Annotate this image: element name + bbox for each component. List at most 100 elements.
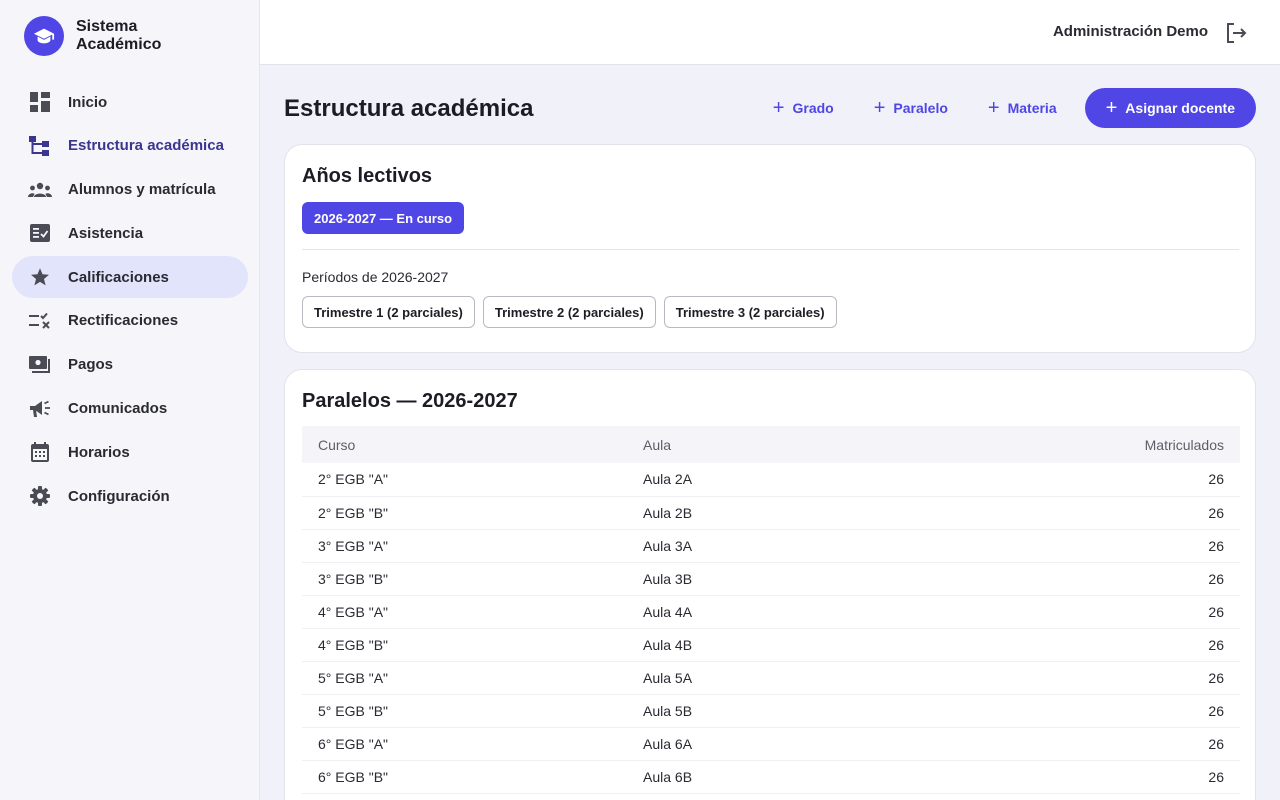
cell-aula: Aula 5A: [627, 661, 886, 695]
current-year-chip[interactable]: 2026-2027 — En curso: [302, 202, 465, 234]
graduation-cap-icon: [24, 16, 64, 56]
cell-matriculados: 26: [885, 694, 1240, 728]
table-row[interactable]: 2° EGB "B" Aula 2B 26: [302, 496, 1240, 530]
period-chips: Trimestre 1 (2 parciales) Trimestre 2 (2…: [302, 296, 845, 328]
nav-label: Alumnos y matrícula: [68, 181, 216, 199]
divider: [302, 249, 1239, 250]
page-title: Estructura académica: [284, 95, 534, 122]
plus-icon: +: [1105, 97, 1118, 119]
nav-label: Estructura académica: [68, 137, 224, 155]
nav-item-rectificaciones[interactable]: Rectificaciones: [12, 300, 248, 342]
paralelos-card: Paralelos — 2026-2027 Curso Aula Matricu…: [284, 369, 1256, 800]
megaphone-icon: [28, 397, 52, 421]
app-name-line1: Sistema: [76, 18, 138, 35]
button-label: Paralelo: [893, 100, 948, 116]
top-bar: Administración Demo: [260, 0, 1280, 65]
column-header-matriculados[interactable]: Matriculados: [885, 426, 1240, 463]
cell-curso: 5° EGB "A": [302, 661, 627, 695]
table-row[interactable]: 6° EGB "B" Aula 6B 26: [302, 760, 1240, 794]
table-row[interactable]: 2° EGB "A" Aula 2A 26: [302, 463, 1240, 497]
cell-aula: Aula 3B: [627, 562, 886, 596]
cell-aula: Aula 2A: [627, 463, 886, 497]
nav-label: Calificaciones: [68, 268, 169, 286]
nav-item-comunicados[interactable]: Comunicados: [12, 388, 248, 430]
nav-label: Horarios: [68, 443, 130, 461]
cell-matriculados: 26: [885, 463, 1240, 497]
hierarchy-icon: [28, 134, 52, 158]
app-name: Sistema Académico: [76, 18, 161, 54]
table-row[interactable]: 5° EGB "B" Aula 5B 26: [302, 694, 1240, 728]
nav-item-horarios[interactable]: Horarios: [12, 431, 248, 473]
nav-label: Inicio: [68, 93, 108, 111]
cell-matriculados: 26: [885, 562, 1240, 596]
cell-matriculados: 26: [885, 760, 1240, 794]
payments-icon: [28, 353, 52, 377]
cell-matriculados: 26: [885, 661, 1240, 695]
card-title: Paralelos — 2026-2027: [302, 390, 518, 412]
table-row[interactable]: 3° EGB "A" Aula 3A 26: [302, 529, 1240, 563]
button-label: Materia: [1007, 100, 1057, 116]
nav-item-pagos[interactable]: Pagos: [12, 344, 248, 386]
add-materia-button[interactable]: + Materia: [976, 88, 1069, 128]
assign-teacher-button[interactable]: + Asignar docente: [1084, 88, 1256, 128]
nav-item-inicio[interactable]: Inicio: [12, 81, 248, 123]
nav-label: Rectificaciones: [68, 312, 179, 330]
brand[interactable]: Sistema Académico: [24, 16, 161, 56]
card-title: Años lectivos: [302, 165, 433, 187]
period-chip[interactable]: Trimestre 1 (2 parciales): [302, 296, 475, 328]
nav-item-calificaciones[interactable]: Calificaciones: [12, 256, 248, 299]
cell-curso: 4° EGB "B": [302, 628, 627, 662]
nav-item-estructura[interactable]: Estructura académica: [12, 125, 248, 167]
cell-matriculados: 26: [885, 727, 1240, 761]
school-years-card: Años lectivos 2026-2027 — En curso Perío…: [284, 144, 1256, 353]
cell-aula: Aula 6B: [627, 760, 886, 794]
cell-aula: Aula 5B: [627, 694, 886, 728]
add-paralelo-button[interactable]: + Paralelo: [862, 88, 960, 128]
cell-aula: Aula 4B: [627, 628, 886, 662]
plus-icon: +: [987, 97, 1000, 119]
people-icon: [28, 178, 52, 202]
nav-item-asistencia[interactable]: Asistencia: [12, 212, 248, 254]
nav-label: Asistencia: [68, 224, 144, 242]
cell-aula: Aula 4A: [627, 595, 886, 629]
cell-curso: 6° EGB "A": [302, 727, 627, 761]
cell-curso: 2° EGB "A": [302, 463, 627, 497]
cell-matriculados: 26: [885, 529, 1240, 563]
plus-icon: +: [772, 97, 785, 119]
logout-icon[interactable]: [1224, 21, 1248, 45]
nav-label: Configuración: [68, 487, 170, 505]
period-chip[interactable]: Trimestre 2 (2 parciales): [482, 296, 656, 328]
cell-curso: 6° EGB "B": [302, 760, 627, 794]
nav-item-alumnos[interactable]: Alumnos y matrícula: [12, 169, 248, 211]
table-row[interactable]: 5° EGB "A" Aula 5A 26: [302, 661, 1240, 695]
column-header-curso[interactable]: Curso: [302, 426, 627, 463]
column-header-aula[interactable]: Aula: [627, 426, 885, 463]
cell-curso: 3° EGB "B": [302, 562, 627, 596]
table-row[interactable]: 4° EGB "B" Aula 4B 26: [302, 628, 1240, 662]
page-actions: + Grado + Paralelo + Materia + Asignar docen…: [745, 88, 1256, 128]
user-name: Administración Demo: [1052, 23, 1208, 40]
add-grado-button[interactable]: + Grado: [761, 88, 846, 128]
app-name-line2: Académico: [76, 36, 162, 53]
cell-aula: Aula 6A: [627, 727, 886, 761]
nav-label: Comunicados: [68, 400, 168, 418]
star-icon: [28, 265, 52, 289]
cell-aula: Aula 3A: [627, 529, 886, 563]
cell-curso: 4° EGB "A": [302, 595, 627, 629]
cell-curso: 2° EGB "B": [302, 496, 627, 530]
plus-icon: +: [873, 97, 886, 119]
cell-aula: Aula 2B: [627, 496, 886, 530]
cell-curso: 5° EGB "B": [302, 694, 627, 728]
period-chip[interactable]: Trimestre 3 (2 parciales): [663, 296, 837, 328]
cell-matriculados: 26: [885, 595, 1240, 629]
table-row[interactable]: 3° EGB "B" Aula 3B 26: [302, 562, 1240, 596]
periods-label: Períodos de 2026-2027: [302, 269, 449, 285]
nav-item-configuracion[interactable]: Configuración: [12, 475, 248, 517]
table-row[interactable]: 4° EGB "A" Aula 4A 26: [302, 595, 1240, 629]
dashboard-icon: [28, 90, 52, 114]
sidebar: Sistema Académico Inicio Estructura acad…: [0, 0, 260, 800]
main-nav: Inicio Estructura académica Alumnos y ma…: [12, 81, 248, 519]
table-header-row: Curso Aula Matriculados: [302, 426, 1240, 463]
table-row[interactable]: 6° EGB "A" Aula 6A 26: [302, 727, 1240, 761]
rule-edit-icon: [28, 309, 52, 333]
